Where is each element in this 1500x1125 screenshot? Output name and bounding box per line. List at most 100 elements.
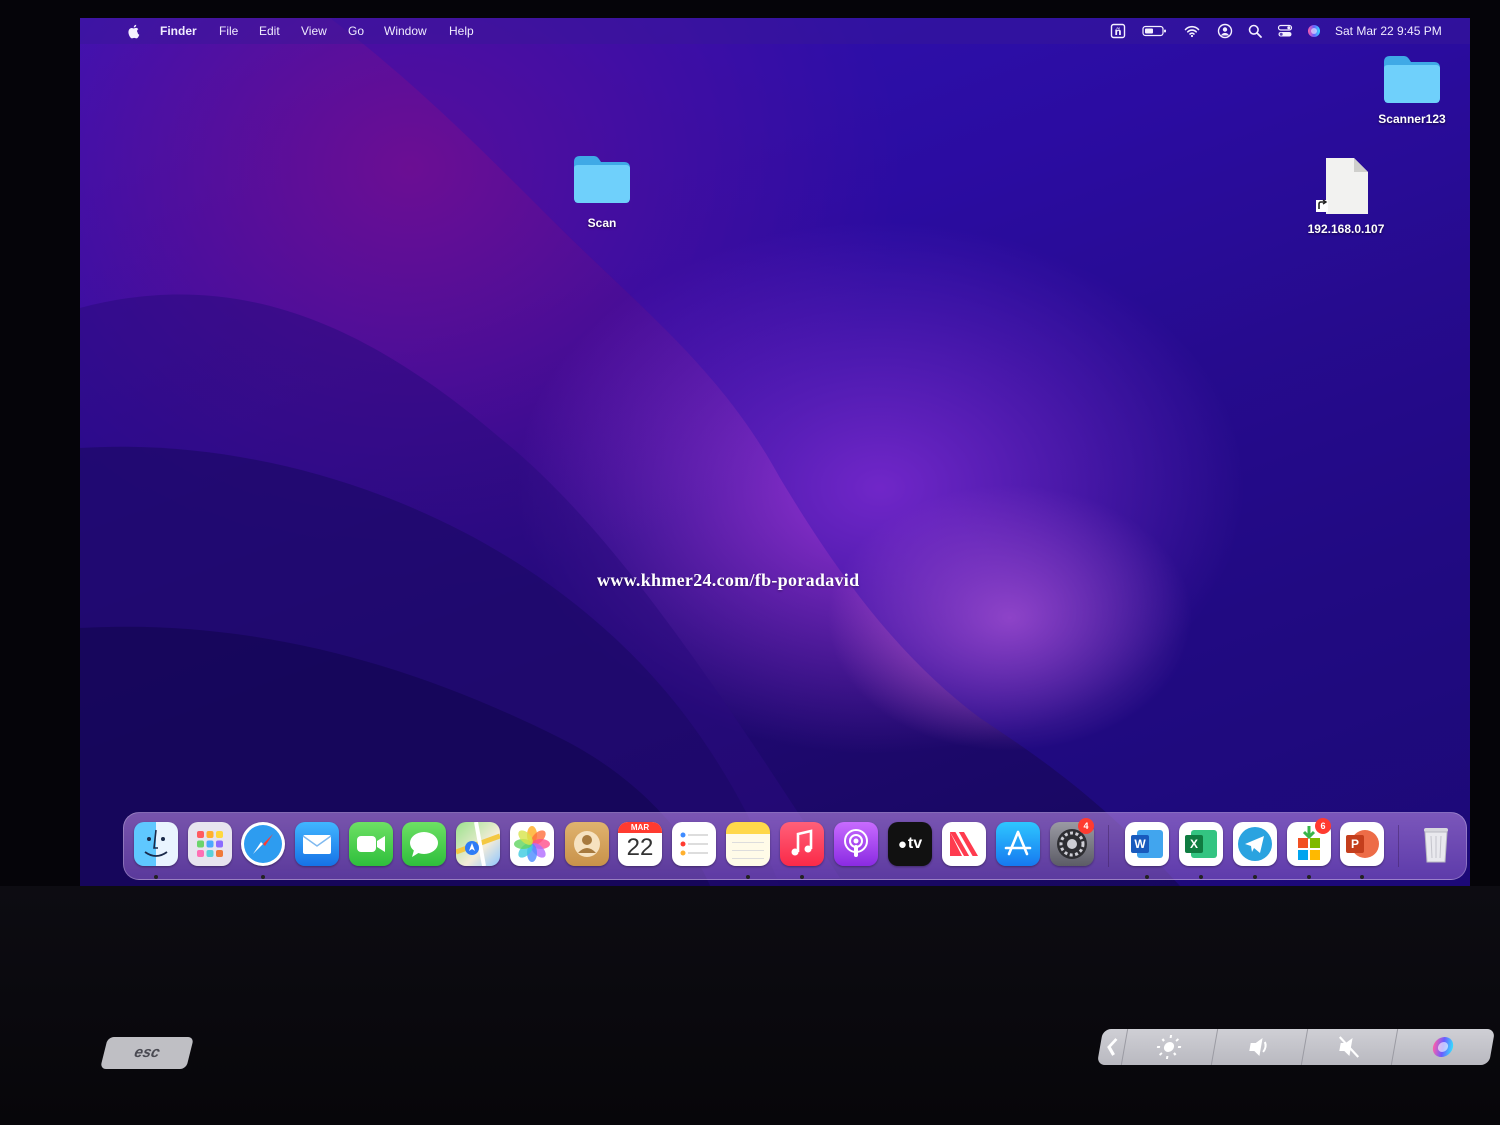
svg-text:W: W (1134, 837, 1146, 851)
dock-mail[interactable] (295, 822, 339, 866)
watermark-text: www.khmer24.com/fb-poradavid (597, 570, 860, 590)
dock-telegram[interactable] (1233, 822, 1277, 866)
search-icon[interactable] (1247, 23, 1263, 39)
mute-icon (1338, 1036, 1360, 1058)
touchbar-volume-button[interactable] (1210, 1029, 1309, 1065)
siri-icon[interactable] (1306, 23, 1322, 39)
font-icon[interactable]: ñ (1110, 23, 1126, 39)
running-indicator (1360, 875, 1364, 879)
dock-finder[interactable] (134, 822, 178, 866)
brightness-icon (1156, 1035, 1182, 1059)
svg-text:ñ: ñ (1114, 27, 1121, 38)
excel-icon: X (1185, 830, 1217, 858)
document-alias-icon (1316, 158, 1368, 214)
touchbar-mute-button[interactable] (1300, 1029, 1399, 1065)
desktop-folder-scan[interactable]: Scan (572, 152, 632, 230)
apple-icon[interactable] (126, 23, 142, 39)
news-icon (950, 829, 978, 859)
running-indicator (1199, 875, 1203, 879)
touchbar-brightness-button[interactable] (1120, 1029, 1219, 1065)
dock-photos[interactable] (510, 822, 554, 866)
keyboard-area (0, 886, 1500, 1125)
battery-icon[interactable] (1142, 23, 1168, 39)
dock-trash[interactable] (1414, 822, 1458, 866)
menu-go[interactable]: Go (348, 24, 364, 38)
dock-news[interactable] (942, 822, 986, 866)
esc-key[interactable]: esc (100, 1037, 194, 1069)
dock-contacts[interactable] (565, 822, 609, 866)
dock-launchpad[interactable] (188, 822, 232, 866)
dock-reminders[interactable] (672, 822, 716, 866)
dock-messages[interactable] (402, 822, 446, 866)
launchpad-icon (197, 831, 223, 857)
desktop-folder-scanner123[interactable]: Scanner123 (1378, 52, 1446, 126)
app-store-icon (1004, 830, 1032, 856)
notification-badge: 4 (1078, 818, 1094, 834)
dock-word[interactable]: W (1125, 822, 1169, 866)
menu-window[interactable]: Window (384, 24, 427, 38)
telegram-icon (1238, 827, 1272, 861)
dock-music[interactable] (780, 822, 824, 866)
desktop-item-label: 192.168.0.107 (1307, 222, 1385, 236)
running-indicator (746, 875, 750, 879)
folder-icon (574, 156, 630, 203)
word-icon: W (1131, 830, 1163, 858)
menu-bar: Finder File Edit View Go Window Help ñ S… (80, 18, 1470, 44)
dock-safari[interactable] (241, 822, 285, 866)
volume-icon (1249, 1038, 1267, 1056)
safari-icon (244, 825, 282, 863)
dock-facetime[interactable] (349, 822, 393, 866)
dock-tv[interactable]: ● tv (888, 822, 932, 866)
siri-icon (1432, 1037, 1454, 1057)
running-indicator (1253, 875, 1257, 879)
notification-badge: 6 (1315, 818, 1331, 834)
contacts-icon (574, 831, 600, 857)
photos-icon (514, 826, 550, 862)
wifi-icon[interactable] (1184, 23, 1200, 39)
facetime-icon (357, 836, 385, 852)
messages-icon (410, 832, 438, 857)
desktop-item-label: Scanner123 (1378, 112, 1446, 126)
tv-icon: ● (897, 835, 907, 853)
menu-help[interactable]: Help (449, 24, 474, 38)
menubar-clock[interactable]: Sat Mar 22 9:45 PM (1335, 24, 1442, 38)
touchbar-siri-button[interactable] (1391, 1029, 1495, 1065)
podcasts-icon (844, 829, 868, 857)
running-indicator (261, 875, 265, 879)
powerpoint-icon: P (1346, 830, 1379, 858)
running-indicator (800, 875, 804, 879)
dock-powerpoint[interactable]: P (1340, 822, 1384, 866)
svg-text:P: P (1351, 837, 1359, 851)
dock-divider (1398, 825, 1399, 867)
menu-edit[interactable]: Edit (259, 24, 280, 38)
running-indicator (1307, 875, 1311, 879)
dock-excel[interactable]: X (1179, 822, 1223, 866)
dock-app-store[interactable] (996, 822, 1040, 866)
mail-icon (302, 835, 332, 854)
desktop-item-label: Scan (587, 216, 617, 230)
folder-icon (1384, 56, 1440, 103)
user-icon[interactable] (1217, 23, 1233, 39)
music-icon (791, 829, 813, 856)
dock-maps[interactable] (456, 822, 500, 866)
trash-icon (1424, 828, 1448, 863)
maps-icon (456, 822, 500, 866)
menu-file[interactable]: File (219, 24, 238, 38)
calendar-month: MAR (618, 822, 662, 833)
finder-icon (144, 829, 168, 857)
menu-view[interactable]: View (301, 24, 327, 38)
notes-icon (732, 842, 764, 859)
control-center-icon[interactable] (1277, 23, 1293, 39)
dock-calendar[interactable]: MAR 22 (618, 822, 662, 866)
svg-text:X: X (1190, 837, 1198, 851)
menu-app-name[interactable]: Finder (160, 24, 197, 38)
calendar-day: 22 (626, 834, 654, 861)
running-indicator (1145, 875, 1149, 879)
desktop-document-alias[interactable]: 192.168.0.107 (1308, 156, 1384, 236)
dock-notes[interactable] (726, 822, 770, 866)
dock: MAR 22 ● tv 4 W X 6 P (123, 812, 1467, 880)
dock-divider (1108, 825, 1109, 867)
dock-podcasts[interactable] (834, 822, 878, 866)
tv-label: tv (907, 835, 923, 852)
touch-bar (1096, 1029, 1496, 1065)
